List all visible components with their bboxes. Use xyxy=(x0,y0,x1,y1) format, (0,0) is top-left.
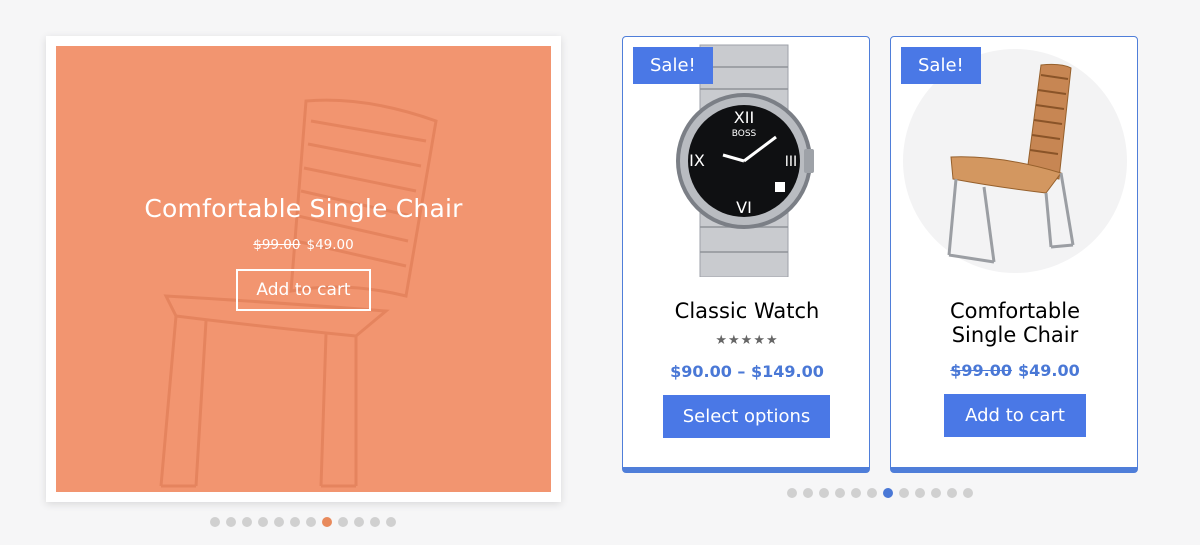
slider-dot[interactable] xyxy=(258,517,268,527)
carousel-dot-active[interactable] xyxy=(883,488,893,498)
sale-badge: Sale! xyxy=(633,47,713,84)
featured-title: Comfortable Single Chair xyxy=(144,194,463,223)
featured-slider-pagination xyxy=(210,517,396,527)
product-price: $99.00 $49.00 xyxy=(891,361,1137,380)
carousel-pagination xyxy=(787,488,973,498)
carousel-dot[interactable] xyxy=(867,488,877,498)
slider-dot[interactable] xyxy=(338,517,348,527)
carousel-dot[interactable] xyxy=(899,488,909,498)
carousel-dot[interactable] xyxy=(803,488,813,498)
svg-text:VI: VI xyxy=(736,198,752,217)
product-title-line-2: Single Chair xyxy=(951,323,1079,347)
sale-price: $49.00 xyxy=(1018,361,1080,380)
product-title-line-1: Comfortable xyxy=(949,299,1081,323)
sale-badge: Sale! xyxy=(901,47,981,84)
svg-text:III: III xyxy=(785,154,797,170)
featured-sale-price: $49.00 xyxy=(306,237,354,253)
carousel-dot[interactable] xyxy=(947,488,957,498)
dial-brand-text: BOSS xyxy=(732,129,757,139)
product-title[interactable]: Comfortable Single Chair xyxy=(891,299,1137,347)
slider-dot[interactable] xyxy=(306,517,316,527)
featured-add-to-cart-button[interactable]: Add to cart xyxy=(236,269,371,311)
carousel-dot[interactable] xyxy=(851,488,861,498)
slider-dot[interactable] xyxy=(290,517,300,527)
old-price: $99.00 xyxy=(950,361,1012,380)
carousel-dot[interactable] xyxy=(931,488,941,498)
carousel-dot[interactable] xyxy=(963,488,973,498)
carousel-dot[interactable] xyxy=(819,488,829,498)
product-card-watch[interactable]: Sale! BOSS XII VI IX III Classic Watch ★… xyxy=(622,36,870,473)
slider-dot-active[interactable] xyxy=(322,517,332,527)
featured-slider: Comfortable Single Chair $99.00 $49.00 Ad… xyxy=(46,36,561,502)
slider-dot[interactable] xyxy=(354,517,364,527)
carousel-dot[interactable] xyxy=(915,488,925,498)
carousel-dot[interactable] xyxy=(835,488,845,498)
svg-text:IX: IX xyxy=(689,151,705,170)
featured-product-card[interactable]: Comfortable Single Chair $99.00 $49.00 Ad… xyxy=(56,46,551,492)
slider-dot[interactable] xyxy=(370,517,380,527)
star-rating: ★★★★★ xyxy=(715,333,779,348)
featured-old-price: $99.00 xyxy=(253,237,301,253)
featured-price: $99.00 $49.00 xyxy=(56,237,551,253)
select-options-button[interactable]: Select options xyxy=(663,395,830,438)
product-card-chair[interactable]: Sale! Comfortable Single Chair $99.00 $49… xyxy=(890,36,1138,473)
slider-dot[interactable] xyxy=(210,517,220,527)
carousel-dot[interactable] xyxy=(787,488,797,498)
featured-info: Comfortable Single Chair $99.00 $49.00 Ad… xyxy=(56,194,551,311)
svg-text:XII: XII xyxy=(734,108,754,127)
slider-dot[interactable] xyxy=(242,517,252,527)
slider-dot[interactable] xyxy=(226,517,236,527)
slider-dot[interactable] xyxy=(274,517,284,527)
product-title[interactable]: Classic Watch xyxy=(623,299,869,323)
product-price-range: $90.00 – $149.00 xyxy=(670,362,824,381)
slider-dot[interactable] xyxy=(386,517,396,527)
add-to-cart-button[interactable]: Add to cart xyxy=(944,394,1086,437)
